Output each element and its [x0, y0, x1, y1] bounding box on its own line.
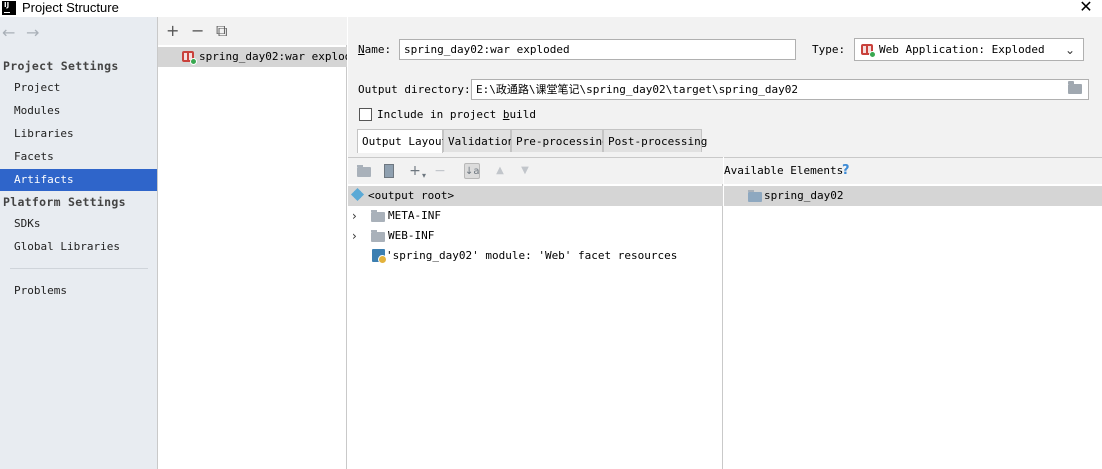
add-icon[interactable]: + [166, 23, 179, 39]
web-facet-icon [372, 249, 387, 264]
web-app-icon [861, 43, 876, 58]
copy-icon[interactable]: ⧉ [216, 23, 227, 39]
output-dir-label: Output directory: [358, 83, 471, 96]
archive-icon[interactable] [381, 163, 397, 179]
sidebar-item-modules[interactable]: Modules [0, 100, 157, 122]
title-bar: IJ Project Structure ✕ [0, 0, 1102, 17]
output-dir-value: E:\政通路\课堂笔记\spring_day02\target\spring_d… [476, 83, 799, 96]
platform-settings-header: Platform Settings [3, 195, 126, 209]
available-elements-title: Available Elements [724, 164, 844, 177]
project-settings-header: Project Settings [3, 59, 119, 73]
artifact-config-panel: Name: spring_day02:war exploded Type: We… [348, 17, 1102, 469]
config-area: Name: spring_day02:war exploded Type: We… [348, 17, 1102, 157]
expand-chevron-icon[interactable]: › [352, 206, 357, 226]
available-elements-header: Available Elements ? [724, 158, 1102, 184]
remove-element-icon[interactable]: − [432, 163, 448, 179]
new-directory-icon[interactable] [356, 163, 372, 179]
output-layout-pane: + ▾ − ↓a ▲ ▼ <output root> › META-INF › … [348, 157, 723, 469]
sort-elements-icon[interactable]: ↓a [464, 163, 480, 179]
sidebar-item-libraries[interactable]: Libraries [0, 123, 157, 145]
sidebar-item-artifacts[interactable]: Artifacts [0, 169, 157, 191]
output-root-icon [350, 187, 365, 202]
add-dropdown-arrow-icon[interactable]: ▾ [416, 168, 432, 184]
module-folder-icon [748, 190, 762, 202]
output-dir-input[interactable]: E:\政通路\课堂笔记\spring_day02\target\spring_d… [471, 79, 1089, 100]
settings-sidebar: ← → Project Settings Project Modules Lib… [0, 17, 158, 469]
tree-label-web-inf: WEB-INF [388, 229, 435, 242]
tree-row-facet-resources[interactable]: 'spring_day02' module: 'Web' facet resou… [348, 246, 723, 266]
close-icon[interactable]: ✕ [1078, 0, 1094, 15]
sidebar-item-project[interactable]: Project [0, 77, 157, 99]
tree-label-meta-inf: META-INF [388, 209, 441, 222]
move-down-icon[interactable]: ▼ [517, 163, 533, 179]
include-in-build-label[interactable]: Include in project build [377, 108, 536, 121]
sidebar-divider [10, 268, 148, 269]
chevron-down-icon: ⌄ [1064, 43, 1075, 57]
tab-output-layout[interactable]: Output Layout [357, 129, 448, 153]
sidebar-item-facets[interactable]: Facets [0, 146, 157, 168]
window-title: Project Structure [22, 0, 119, 15]
tree-row-meta-inf[interactable]: › META-INF [348, 206, 723, 226]
expand-chevron-icon[interactable]: › [352, 226, 357, 246]
name-input[interactable]: spring_day02:war exploded [399, 39, 796, 60]
browse-folder-icon[interactable] [1068, 81, 1082, 94]
sidebar-item-sdks[interactable]: SDKs [0, 213, 157, 235]
folder-icon [371, 230, 385, 242]
tab-pre-processing[interactable]: Pre-processing [511, 129, 609, 152]
available-item-row[interactable]: spring_day02 [724, 186, 1102, 206]
tree-label-facet-resources: 'spring_day02' module: 'Web' facet resou… [386, 249, 678, 262]
type-value: Web Application: Exploded [879, 43, 1045, 56]
help-icon[interactable]: ? [842, 163, 850, 178]
layout-toolbar: + ▾ − ↓a ▲ ▼ [348, 158, 723, 184]
intellij-logo-icon: IJ [2, 1, 16, 15]
back-arrow-icon[interactable]: ← [2, 25, 15, 41]
artifact-label: spring_day02:war exploded [199, 50, 347, 63]
artifacts-list-panel: + − ⧉ spring_day02:war exploded [158, 17, 347, 469]
remove-icon[interactable]: − [191, 23, 204, 39]
tree-root-row[interactable]: <output root> [348, 186, 723, 206]
type-label: Type: [812, 43, 846, 56]
available-item-label: spring_day02 [764, 189, 844, 202]
tab-validation[interactable]: Validation [443, 129, 514, 152]
artifacts-toolbar: + − ⧉ [158, 17, 347, 45]
move-up-icon[interactable]: ▲ [492, 163, 508, 179]
sidebar-item-global-libraries[interactable]: Global Libraries [0, 236, 157, 258]
include-in-build-checkbox[interactable] [359, 108, 372, 121]
output-root-label: <output root> [368, 189, 455, 202]
folder-icon [371, 210, 385, 222]
sidebar-item-problems[interactable]: Problems [0, 280, 157, 302]
war-exploded-icon [182, 50, 197, 65]
available-elements-pane: Available Elements ? spring_day02 [724, 157, 1102, 469]
artifact-list-item[interactable]: spring_day02:war exploded [158, 47, 347, 67]
name-label: Name: [358, 43, 392, 56]
type-dropdown[interactable]: Web Application: Exploded ⌄ [854, 38, 1084, 61]
forward-arrow-icon[interactable]: → [26, 25, 39, 41]
tab-post-processing[interactable]: Post-processing [603, 129, 707, 152]
tree-row-web-inf[interactable]: › WEB-INF [348, 226, 723, 246]
